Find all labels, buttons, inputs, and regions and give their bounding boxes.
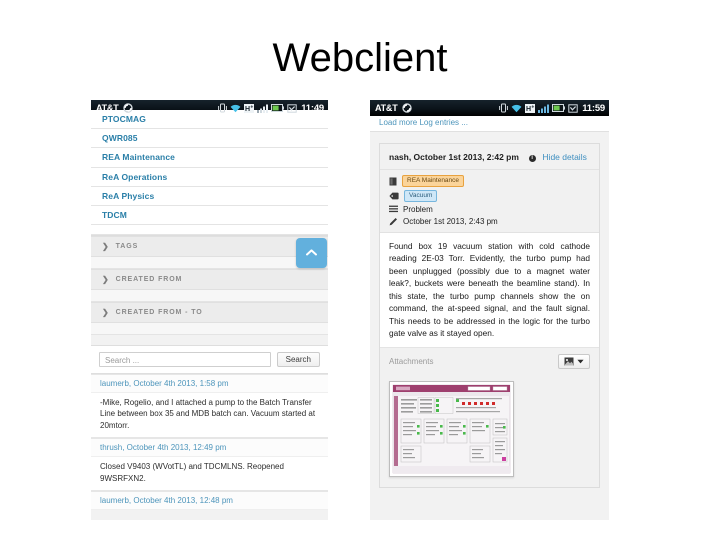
vibrate-icon [499,103,509,113]
accordion-body [91,290,328,303]
status-clock: 11:49 [301,102,324,114]
accordion-label: TAGS [115,243,139,251]
log-entry-body: Closed V9403 (WVotTL) and TDCMLNS. Reope… [91,457,328,491]
chevron-right-icon: ❯ [102,275,110,285]
phone-screenshot-right: AT&T H + 11:59 Load more Log entries ...… [370,100,609,520]
logbook-badge[interactable]: REA Maintenance [402,175,465,188]
list-item[interactable]: TDCM [91,205,328,226]
log-entry-body: Found box 19 vacuum station with cold ca… [380,232,599,349]
battery-icon [552,104,566,112]
info-icon: i [528,155,536,162]
logbook-filter-list: PTOCMAG QWR085 REA Maintenance ReA Opera… [91,110,328,237]
category-label: Problem [403,204,433,214]
chevron-up-icon [306,248,317,259]
svg-text:H: H [245,106,250,113]
log-entry-list: laumerb, October 4th 2013, 1:58 pm -Mike… [91,374,328,510]
wifi-icon [230,104,241,113]
log-entry-header[interactable]: laumerb, October 4th 2013, 12:48 pm [91,490,328,510]
alarm-icon [568,103,578,113]
list-item[interactable]: ReA Operations [91,167,328,187]
accordion-body [91,257,328,270]
battery-icon [271,104,285,112]
control-system-screenshot-thumbnail[interactable] [389,381,514,478]
scroll-to-top-button[interactable] [296,238,327,268]
logbook-icon [389,177,397,186]
accordion-label: CREATED FROM [115,276,183,284]
carrier-label: AT&T [375,103,398,113]
vibrate-icon [218,103,228,113]
chevron-right-icon: ❯ [102,308,110,318]
log-entry[interactable]: laumerb, October 4th 2013, 12:48 pm [91,490,328,510]
sync-icon [122,103,133,113]
edited-row: October 1st 2013, 2:43 pm [389,217,590,226]
load-more-link[interactable]: Load more Log entries ... [370,116,609,132]
image-icon [564,357,574,366]
hspa-plus-icon: H + [244,103,255,113]
svg-text:+: + [532,104,535,110]
caret-down-icon [577,359,584,364]
tag-badge[interactable]: Vacuum [404,190,438,202]
sync-icon [401,103,412,113]
log-entry[interactable]: thrush, October 4th 2013, 12:49 pm Close… [91,438,328,491]
page-title: Webclient [272,36,448,80]
category-row: Problem [389,205,590,214]
list-item[interactable]: REA Maintenance [91,148,328,168]
status-clock: 11:59 [582,102,605,114]
accordion-created-from-to[interactable]: ❯ CREATED FROM - TO [91,302,328,324]
signal-bars-icon [538,104,550,113]
svg-text:H: H [526,106,531,113]
wifi-icon [511,104,522,113]
phone-screenshot-left: AT&T H + 11:49 PTOCMAG QWR085 REA Mainte… [91,100,328,520]
list-icon [389,205,398,213]
pencil-icon [389,217,398,226]
accordion-tags[interactable]: ❯ TAGS [91,236,328,258]
search-button[interactable]: Search [276,352,320,368]
attachments-header: Attachments [380,348,599,376]
edited-date-label: October 1st 2013, 2:43 pm [403,216,498,226]
log-entry-header[interactable]: laumerb, October 4th 2013, 1:58 pm [91,374,328,394]
log-entry[interactable]: laumerb, October 4th 2013, 1:58 pm -Mike… [91,374,328,439]
android-status-bar: AT&T H + 11: [370,100,609,116]
log-entry-card: nash, October 1st 2013, 2:42 pm i Hide d… [379,143,600,489]
tag-icon [389,192,399,200]
attachments-menu-button[interactable] [558,354,590,370]
chevron-right-icon: ❯ [102,242,110,252]
log-entry-header[interactable]: thrush, October 4th 2013, 12:49 pm [91,438,328,458]
list-item[interactable]: QWR085 [91,129,328,149]
log-entry-body: -Mike, Rogelio, and I attached a pump to… [91,393,328,439]
logbook-row: REA Maintenance [389,175,590,188]
signal-bars-icon [257,104,269,113]
alarm-icon [287,103,297,113]
search-input[interactable]: Search ... [99,352,271,368]
accordion-created-from[interactable]: ❯ CREATED FROM [91,269,328,291]
svg-text:+: + [251,104,254,110]
accordion-body [91,323,328,336]
hide-details-link[interactable]: Hide details [542,152,586,162]
log-entry-metadata: REA Maintenance Vacuum Problem October 1… [380,170,599,233]
filter-accordions: ❯ TAGS ❯ CREATED FROM ❯ CREATED FROM - T… [91,236,328,336]
log-entry-header: nash, October 1st 2013, 2:42 pm i Hide d… [380,144,599,171]
tag-row: Vacuum [389,190,590,202]
list-item[interactable]: ReA Physics [91,186,328,206]
section-gap [370,132,609,143]
carrier-label: AT&T [96,103,119,113]
log-entry-author-date: nash, October 1st 2013, 2:42 pm [389,152,519,162]
accordion-label: CREATED FROM - TO [115,309,203,317]
list-spacer [91,225,328,236]
search-bar: Search ... Search [91,345,328,375]
hspa-plus-icon: H + [525,103,536,113]
attachments-area [380,375,599,488]
attachments-label: Attachments [389,357,434,367]
